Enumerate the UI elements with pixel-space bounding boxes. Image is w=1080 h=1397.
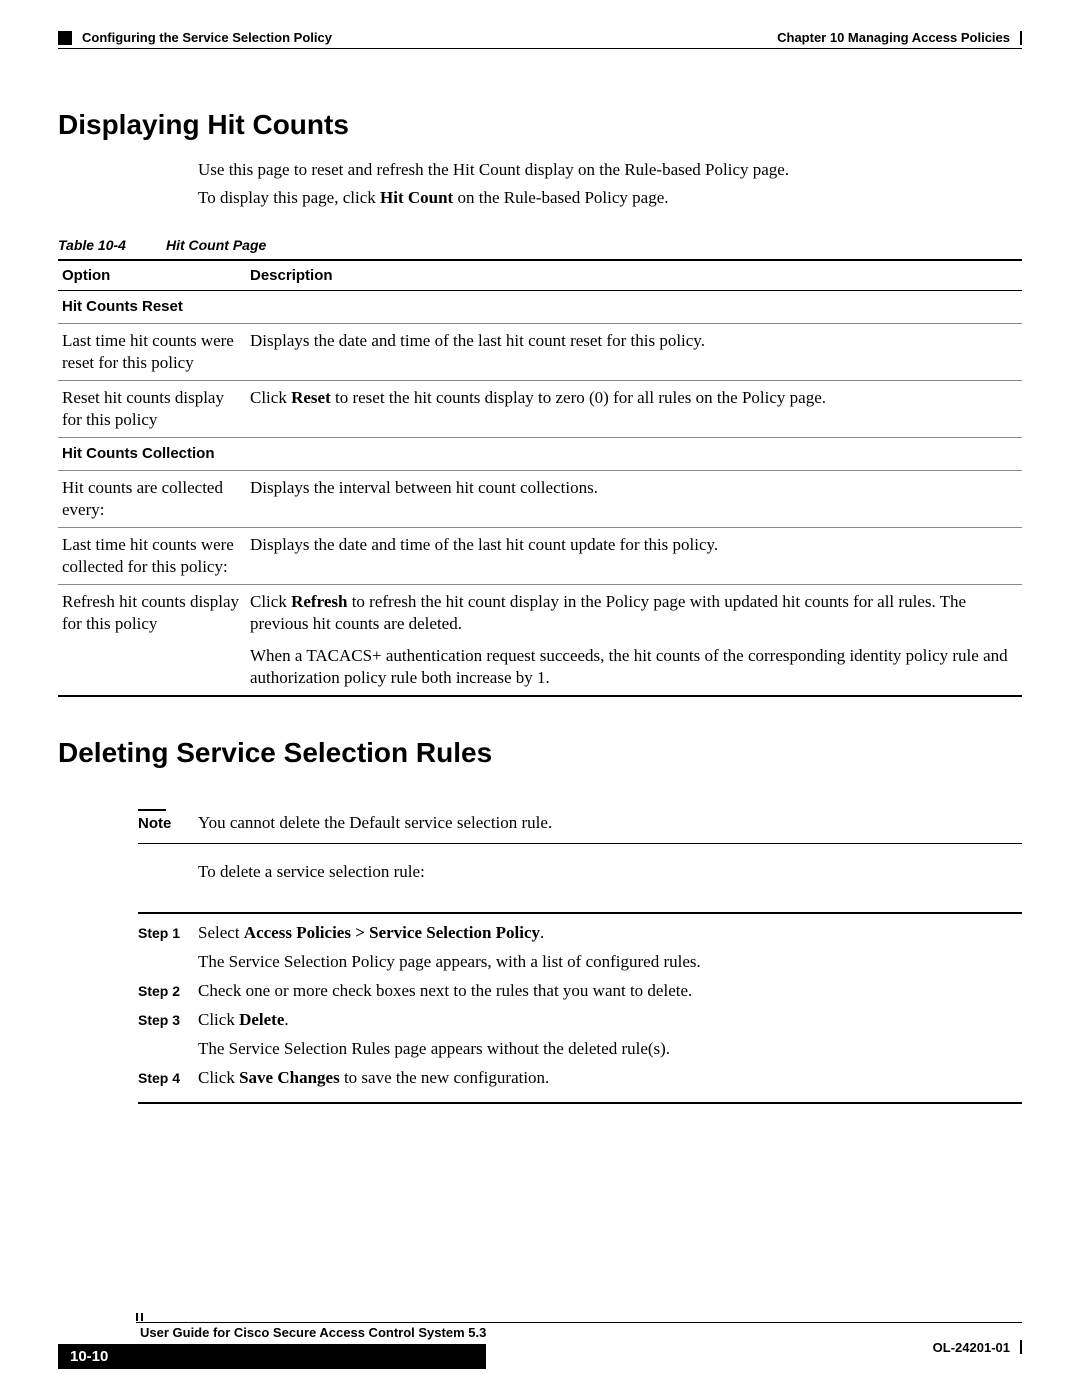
step-3-after: The Service Selection Rules page appears… <box>198 1038 1022 1061</box>
note-text: You cannot delete the Default service se… <box>198 813 1022 833</box>
page-footer: User Guide for Cisco Secure Access Contr… <box>58 1313 1022 1369</box>
step-3-body: Click Delete. <box>198 1009 1022 1032</box>
desc-last-reset: Displays the date and time of the last h… <box>246 323 1022 380</box>
note-tick-icon <box>138 809 166 811</box>
step-1-after: The Service Selection Policy page appear… <box>198 951 1022 974</box>
opt-collected-every: Hit counts are collected every: <box>58 470 246 527</box>
header-rule <box>58 48 1022 49</box>
intro-paragraph-1: Use this page to reset and refresh the H… <box>198 159 1022 181</box>
footer-tick-icon <box>136 1313 1022 1321</box>
step-3-label: Step 3 <box>138 1012 198 1028</box>
steps-block: Step 1 Select Access Policies > Service … <box>138 912 1022 1104</box>
step-4-body: Click Save Changes to save the new confi… <box>198 1067 1022 1090</box>
step-4-label: Step 4 <box>138 1070 198 1086</box>
header-chapter: Chapter 10 Managing Access Policies <box>777 30 1010 45</box>
desc-reset-display: Click Reset to reset the hit counts disp… <box>246 380 1022 437</box>
header-section: Configuring the Service Selection Policy <box>82 30 332 45</box>
step-2-body: Check one or more check boxes next to th… <box>198 980 1022 1003</box>
footer-rule <box>136 1322 1022 1323</box>
th-option: Option <box>58 260 246 291</box>
intro-paragraph-2: To display this page, click Hit Count on… <box>198 187 1022 209</box>
page-number: 10-10 <box>58 1344 486 1369</box>
note-after-text: To delete a service selection rule: <box>198 862 1022 882</box>
step-1-label: Step 1 <box>138 925 198 941</box>
steps-bottom-rule <box>138 1102 1022 1104</box>
subheader-hit-counts-collection: Hit Counts Collection <box>58 438 1022 471</box>
desc-collected-every: Displays the interval between hit count … <box>246 470 1022 527</box>
heading-displaying-hit-counts: Displaying Hit Counts <box>58 109 1022 141</box>
footer-vbar-icon <box>1020 1340 1022 1354</box>
subheader-hit-counts-reset: Hit Counts Reset <box>58 291 1022 324</box>
running-header: Configuring the Service Selection Policy… <box>58 30 1022 45</box>
header-vbar-icon <box>1020 31 1022 45</box>
footer-doc-id: OL-24201-01 <box>933 1340 1010 1355</box>
opt-last-collected: Last time hit counts were collected for … <box>58 527 246 584</box>
step-1-body: Select Access Policies > Service Selecti… <box>198 922 1022 945</box>
heading-deleting-service-selection-rules: Deleting Service Selection Rules <box>58 737 1022 769</box>
desc-last-collected: Displays the date and time of the last h… <box>246 527 1022 584</box>
note-rule <box>138 843 1022 844</box>
note-label: Note <box>138 815 171 832</box>
footer-doc-title: User Guide for Cisco Secure Access Contr… <box>140 1325 486 1340</box>
hit-count-table: Option Description Hit Counts Reset Last… <box>58 259 1022 697</box>
steps-top-rule <box>138 912 1022 914</box>
opt-refresh-display: Refresh hit counts display for this poli… <box>58 584 246 696</box>
step-2-label: Step 2 <box>138 983 198 999</box>
note-block: Note You cannot delete the Default servi… <box>138 809 1022 882</box>
table-caption: Table 10-4Hit Count Page <box>58 237 1022 253</box>
desc-refresh-display: Click Refresh to refresh the hit count d… <box>246 584 1022 696</box>
opt-last-reset: Last time hit counts were reset for this… <box>58 323 246 380</box>
th-description: Description <box>246 260 1022 291</box>
opt-reset-display: Reset hit counts display for this policy <box>58 380 246 437</box>
header-marker-icon <box>58 31 72 45</box>
